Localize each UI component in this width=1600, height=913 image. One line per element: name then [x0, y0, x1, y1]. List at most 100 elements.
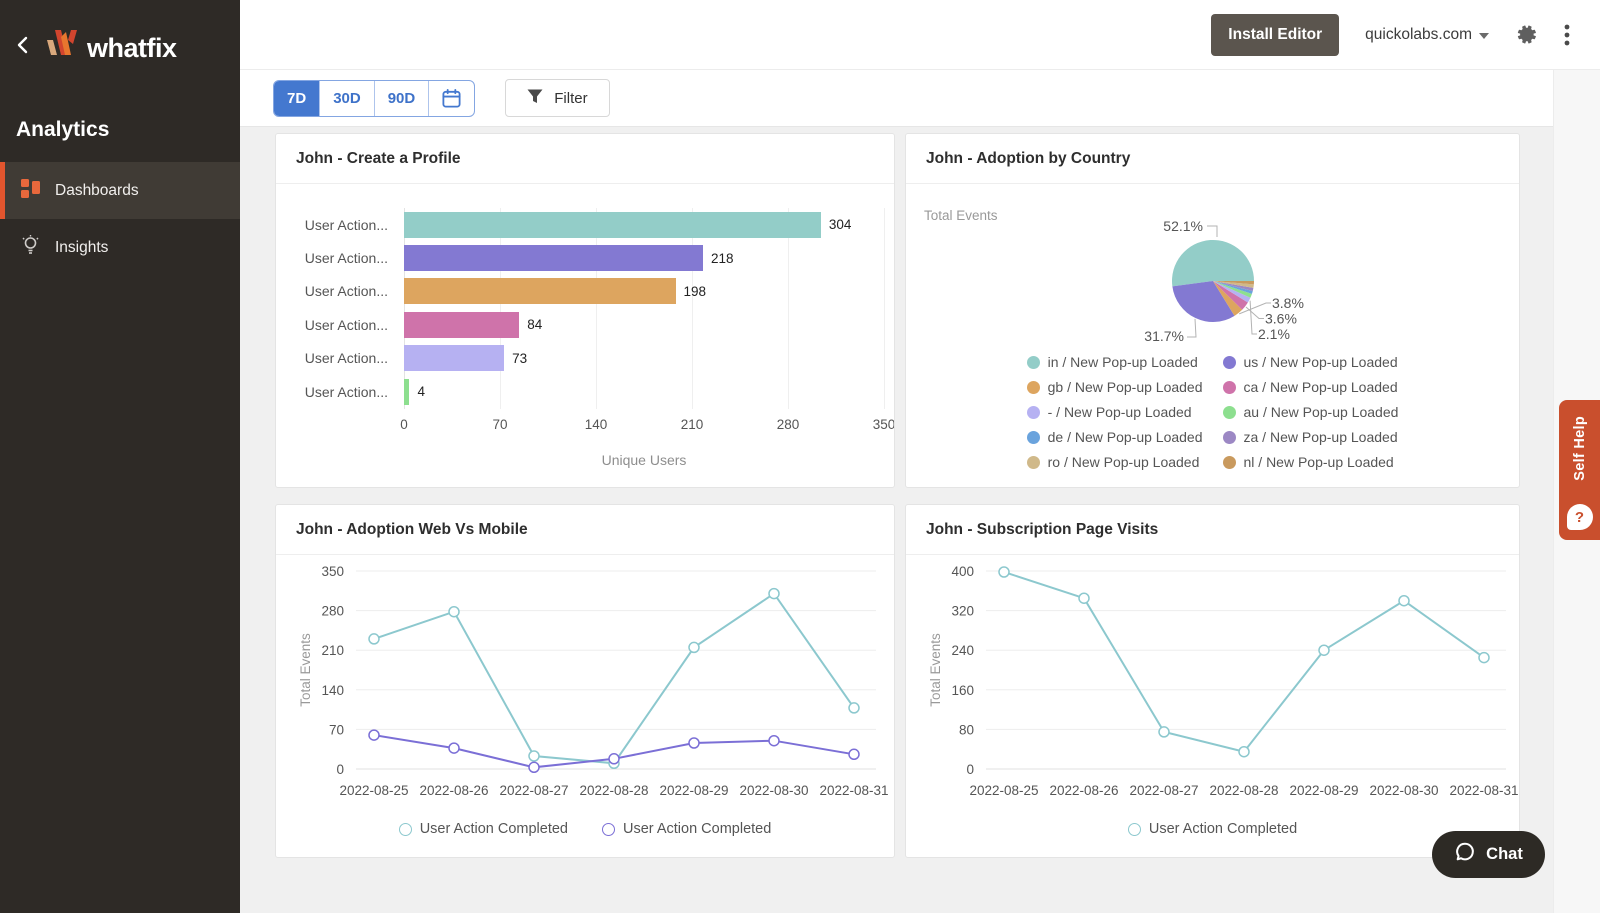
kebab-menu-icon[interactable]	[1564, 23, 1570, 47]
x-axis-tick: 2022-08-31	[1449, 783, 1518, 798]
sidebar-section-title: Analytics	[16, 118, 110, 141]
legend-label: ro / New Pop-up Loaded	[1047, 454, 1200, 470]
bar[interactable]	[404, 345, 505, 372]
legend-label: au / New Pop-up Loaded	[1243, 404, 1399, 420]
legend-item[interactable]: User Action Completed	[602, 817, 771, 841]
legend-dot	[1222, 405, 1236, 419]
data-point[interactable]	[368, 633, 380, 645]
data-point[interactable]	[998, 566, 1010, 578]
legend-item[interactable]: de / New Pop-up Loaded	[1026, 425, 1203, 449]
bar-x-axis: 0 70 140 210 280 350	[400, 417, 894, 435]
x-axis-title: Unique Users	[601, 452, 687, 468]
bar-category-label: User Action...	[304, 316, 388, 333]
chat-bubble-icon	[1454, 841, 1476, 868]
pie-percent-label: 3.8%	[1272, 295, 1304, 311]
range-7d-button[interactable]: 7D	[274, 80, 321, 116]
legend-item[interactable]: in / New Pop-up Loaded	[1026, 350, 1203, 374]
cards-grid: John - Create a Profile User Action... 30…	[275, 133, 1600, 858]
pie-slice[interactable]	[1172, 239, 1254, 287]
legend-item[interactable]: gb / New Pop-up Loaded	[1026, 375, 1203, 399]
data-point[interactable]	[1238, 745, 1250, 758]
sidebar-item-label: Insights	[55, 238, 109, 256]
data-point[interactable]	[1398, 594, 1410, 607]
sidebar-header: whatfix	[0, 0, 240, 62]
legend-item[interactable]: za / New Pop-up Loaded	[1222, 425, 1399, 449]
legend-item[interactable]: User Action Completed	[398, 817, 568, 841]
chat-button[interactable]: Chat	[1432, 831, 1545, 878]
collapse-sidebar-icon[interactable]	[16, 36, 34, 54]
sidebar-item-insights[interactable]: Insights	[0, 219, 240, 276]
line-series[interactable]	[373, 592, 855, 765]
y-axis-title: Total Events	[298, 633, 313, 707]
legend-item[interactable]: us / New Pop-up Loaded	[1222, 350, 1399, 374]
self-help-tab[interactable]: Self Help ?	[1559, 400, 1600, 540]
legend-item[interactable]: User Action Completed	[1127, 817, 1297, 841]
data-point[interactable]	[768, 587, 780, 600]
calendar-icon[interactable]	[429, 81, 474, 116]
pie-percent-label: 3.6%	[1265, 311, 1297, 327]
range-30d-button[interactable]: 30D	[320, 80, 375, 116]
x-axis-tick: 2022-08-30	[739, 783, 808, 798]
bar[interactable]	[404, 311, 520, 338]
data-point[interactable]	[848, 748, 860, 761]
legend-label: de / New Pop-up Loaded	[1047, 429, 1203, 445]
line-chart-subscription-page-visits: 0 80 160 240 320 400 Total Events 2022-08-25 202…	[906, 555, 1519, 857]
install-editor-button[interactable]: Install Editor	[1211, 13, 1340, 56]
data-point[interactable]	[768, 734, 780, 747]
legend-label: ca / New Pop-up Loaded	[1243, 379, 1398, 395]
bar-row: User Action... 304	[276, 208, 894, 241]
x-axis-tick: 2022-08-30	[1369, 783, 1438, 798]
filter-button[interactable]: Filter	[505, 79, 610, 117]
legend-label: in / New Pop-up Loaded	[1047, 354, 1198, 370]
bar[interactable]	[404, 211, 821, 238]
data-point[interactable]	[448, 742, 460, 754]
self-help-label: Self Help	[1571, 416, 1588, 481]
pie-percent-label: 52.1%	[1163, 218, 1203, 234]
help-question-bubble-icon: ?	[1566, 504, 1593, 530]
legend-ring	[398, 822, 412, 836]
card-title: John - Subscription Page Visits	[926, 520, 1159, 538]
bar-category-label: User Action...	[304, 383, 388, 400]
data-point[interactable]	[688, 737, 700, 749]
data-point[interactable]	[528, 761, 540, 774]
line-series[interactable]	[1003, 571, 1485, 753]
card-title: John - Adoption Web Vs Mobile	[296, 520, 528, 538]
range-90d-button[interactable]: 90D	[374, 80, 430, 116]
data-point[interactable]	[688, 641, 700, 654]
legend-ring	[1127, 822, 1141, 836]
bar-row: User Action... 4	[276, 375, 894, 408]
svg-text:0: 0	[336, 762, 344, 777]
line-plot: 0 70 140 210 280 350 Total Events 2022-08-25 202…	[298, 564, 889, 798]
data-point[interactable]	[1158, 726, 1170, 738]
settings-gear-icon[interactable]	[1515, 23, 1538, 46]
data-point[interactable]	[1078, 592, 1090, 604]
legend-item[interactable]: - / New Pop-up Loaded	[1026, 400, 1203, 424]
whatfix-logo-mark-icon	[47, 27, 83, 62]
account-switcher[interactable]: quickolabs.com	[1365, 26, 1489, 44]
sidebar-item-label: Dashboards	[55, 181, 139, 199]
legend-dot	[1222, 455, 1236, 469]
data-point[interactable]	[448, 605, 460, 618]
bar[interactable]	[404, 378, 410, 405]
legend-item[interactable]: au / New Pop-up Loaded	[1222, 400, 1399, 424]
data-point[interactable]	[608, 753, 620, 765]
data-point[interactable]	[1318, 644, 1330, 656]
card-adoption-web-vs-mobile: John - Adoption Web Vs Mobile 0 70 140 210 2…	[275, 504, 895, 858]
bar[interactable]	[404, 278, 676, 305]
legend-item[interactable]: ca / New Pop-up Loaded	[1222, 375, 1399, 399]
legend-item[interactable]: ro / New Pop-up Loaded	[1026, 450, 1203, 474]
data-point[interactable]	[1478, 651, 1490, 664]
bar[interactable]	[404, 245, 703, 272]
lightbulb-icon	[21, 235, 40, 260]
x-axis-tick: 140	[584, 417, 608, 432]
sidebar-item-dashboards[interactable]: Dashboards	[0, 162, 240, 219]
svg-text:80: 80	[959, 722, 974, 737]
pie-percent-label: 2.1%	[1258, 326, 1290, 342]
data-point[interactable]	[528, 750, 540, 762]
data-point[interactable]	[848, 702, 860, 714]
svg-text:70: 70	[329, 722, 344, 737]
line-chart-adoption-web-vs-mobile: 0 70 140 210 280 350 Total Events 2022-08-25 202…	[276, 555, 894, 857]
legend-item[interactable]: nl / New Pop-up Loaded	[1222, 450, 1399, 474]
svg-text:280: 280	[321, 604, 344, 619]
data-point[interactable]	[368, 729, 380, 741]
